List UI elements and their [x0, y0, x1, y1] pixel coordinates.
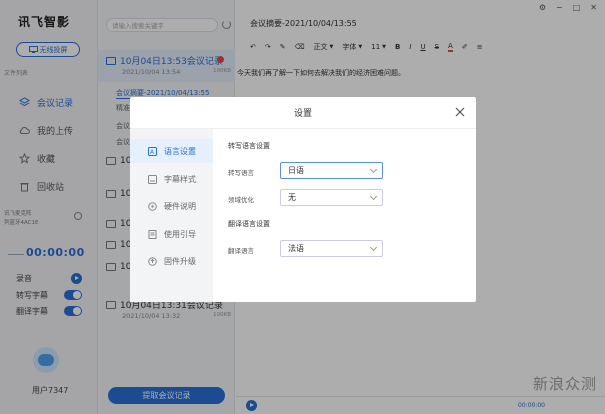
firmware-icon	[148, 256, 157, 266]
transcription-language-label: 转写语言	[228, 169, 254, 177]
translation-language-value: 法语	[288, 244, 304, 253]
translation-language-label: 翻译语言	[228, 247, 254, 255]
domain-optimization-value: 无	[288, 193, 296, 202]
chevron-down-icon	[369, 243, 378, 252]
domain-optimization-select[interactable]: 无	[280, 189, 383, 206]
language-icon: A	[148, 146, 157, 156]
translation-language-select[interactable]: 法语	[280, 240, 383, 257]
transcription-section-title: 转写语言设置	[228, 142, 270, 150]
transcription-language-value: 日语	[288, 166, 304, 175]
tab-label: 字幕样式	[164, 174, 196, 184]
tab-language-settings[interactable]: A 语言设置	[130, 139, 213, 163]
dialog-title: 设置	[130, 97, 476, 129]
tab-usage-guide[interactable]: 使用引导	[130, 222, 213, 246]
settings-tabs: A 语言设置 字幕样式 硬件说明 使用引导 固件升级	[130, 129, 213, 302]
tab-firmware-upgrade[interactable]: 固件升级	[130, 249, 213, 273]
chevron-down-icon	[369, 192, 378, 201]
guide-icon	[148, 229, 157, 239]
chevron-down-icon	[369, 165, 378, 174]
tab-subtitle-style[interactable]: 字幕样式	[130, 167, 213, 191]
tab-label: 使用引导	[164, 229, 196, 239]
tab-hardware-info[interactable]: 硬件说明	[130, 194, 213, 218]
settings-dialog: 设置 A 语言设置 字幕样式 硬件说明 使用引导 固件升级 转写语言设置 转写语…	[130, 97, 476, 302]
subtitle-icon	[148, 174, 157, 184]
close-icon[interactable]	[455, 107, 465, 117]
tab-label: 固件升级	[164, 256, 196, 266]
svg-text:A: A	[150, 149, 155, 156]
tab-label: 硬件说明	[164, 201, 196, 211]
hardware-icon	[148, 201, 157, 211]
domain-optimization-label: 领域优化	[228, 196, 254, 204]
tab-label: 语言设置	[164, 146, 196, 156]
transcription-language-select[interactable]: 日语	[280, 162, 383, 179]
translation-section-title: 翻译语言设置	[228, 220, 270, 228]
